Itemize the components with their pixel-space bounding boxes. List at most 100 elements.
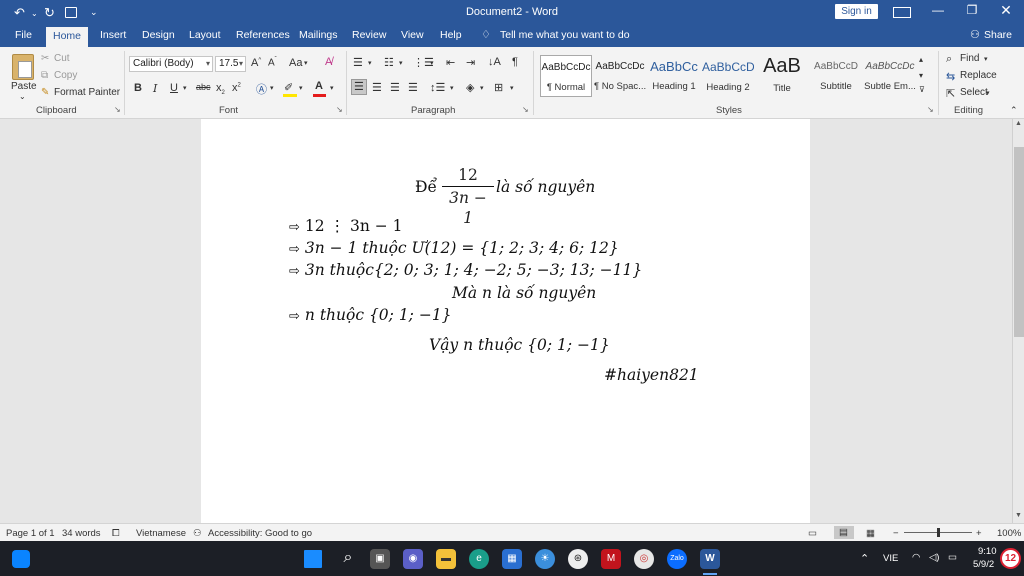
line-spacing-icon[interactable]: ↕☰ (430, 81, 445, 94)
text-effects-icon[interactable]: Ⓐ (256, 81, 267, 97)
chat-icon[interactable]: ◉ (403, 549, 423, 569)
copy-button[interactable]: Copy (54, 70, 77, 81)
sort-icon[interactable]: ↓A (488, 56, 501, 68)
font-name-combo[interactable]: Calibri (Body) ▾ (129, 56, 213, 72)
font-size-combo[interactable]: 17.5 ▾ (215, 56, 246, 72)
replace-icon[interactable]: ⇆ (946, 70, 955, 83)
vertical-scrollbar[interactable]: ▲ ▼ (1012, 119, 1024, 523)
word-count[interactable]: 34 words (62, 528, 101, 539)
justify-icon[interactable]: ☰ (408, 81, 418, 94)
find-icon[interactable]: ⌕ (946, 53, 952, 66)
web-layout-icon[interactable]: ▦ (866, 528, 875, 539)
tab-mailings[interactable]: Mailings (299, 29, 338, 41)
underline-icon[interactable]: U (170, 82, 178, 94)
align-left-button[interactable]: ☰ (351, 79, 367, 95)
tab-view[interactable]: View (401, 29, 424, 41)
style-subtitle[interactable]: AaBbCcD Subtitle (810, 55, 862, 97)
clock-time[interactable]: 9:10 (978, 546, 997, 557)
style-heading-2[interactable]: AaBbCcD Heading 2 (702, 55, 754, 97)
tab-help[interactable]: Help (440, 29, 462, 41)
ribbon-display-options-icon[interactable] (893, 7, 911, 18)
tab-home[interactable]: Home (46, 27, 88, 47)
clock-date[interactable]: 5/9/2 (973, 559, 994, 570)
italic-icon[interactable]: I (153, 82, 157, 95)
style-no-spacing[interactable]: AaBbCcDc ¶ No Spac... (594, 55, 646, 97)
select-icon[interactable]: ⇱ (946, 87, 955, 100)
subscript-icon[interactable]: x2 (216, 82, 225, 96)
tab-design[interactable]: Design (142, 29, 175, 41)
change-case-button[interactable]: Aa (289, 57, 302, 69)
bold-icon[interactable]: B (134, 82, 142, 94)
proofing-icon[interactable]: ⧠ (112, 528, 120, 539)
paragraph-launcher-icon[interactable]: ↘ (522, 105, 529, 114)
bullets-icon[interactable]: ☰ (353, 56, 363, 69)
decrease-indent-icon[interactable]: ⇤ (446, 56, 455, 69)
style-normal[interactable]: AaBbCcDc ¶ Normal (540, 55, 592, 97)
language-indicator[interactable]: Vietnamese (136, 528, 186, 539)
start-windows-icon[interactable] (304, 550, 322, 568)
align-center-icon[interactable]: ☰ (372, 81, 382, 94)
notification-badge[interactable]: 12 (1000, 548, 1021, 569)
highlight-icon[interactable]: ✐ (284, 81, 293, 94)
zoom-in-icon[interactable]: + (976, 528, 982, 539)
zoom-level[interactable]: 100% (997, 528, 1021, 539)
style-heading-1[interactable]: AaBbCc Heading 1 (648, 55, 700, 97)
grow-font-icon[interactable]: A^ (251, 57, 261, 69)
borders-icon[interactable]: ⊞ (494, 81, 503, 94)
edge-icon[interactable]: e (469, 549, 489, 569)
scroll-thumb[interactable] (1014, 147, 1024, 337)
search-icon[interactable]: ⌕ (338, 549, 358, 569)
minimize-icon[interactable]: — (928, 3, 948, 17)
print-layout-button[interactable]: ▤ (834, 526, 854, 539)
restore-icon[interactable]: ❐ (962, 3, 982, 17)
format-painter-icon[interactable]: ✎ (41, 87, 49, 98)
font-launcher-icon[interactable]: ↘ (336, 105, 343, 114)
share-button[interactable]: Share (984, 29, 1012, 41)
tab-references[interactable]: References (236, 29, 290, 41)
close-icon[interactable]: ✕ (996, 2, 1016, 19)
strikethrough-icon[interactable]: abc (196, 82, 211, 92)
app-icon[interactable]: ⊛ (568, 549, 588, 569)
wifi-icon[interactable]: ◠ (912, 552, 920, 563)
zoom-out-icon[interactable]: − (893, 528, 899, 539)
styles-launcher-icon[interactable]: ↘ (927, 105, 934, 114)
cut-icon[interactable]: ✂ (41, 53, 49, 64)
numbering-icon[interactable]: ☷ (384, 56, 394, 69)
file-explorer-icon[interactable]: ▬ (436, 549, 456, 569)
style-title[interactable]: AaB Title (756, 55, 808, 97)
task-view-icon[interactable]: ▣ (370, 549, 390, 569)
replace-button[interactable]: Replace (960, 70, 997, 81)
sign-in-button[interactable]: Sign in (835, 4, 878, 19)
shrink-font-icon[interactable]: Aˇ (268, 57, 277, 68)
document-page[interactable]: Để 12 3n − 1 là số nguyên ⇨ 12 ⋮ 3n − 1 ⇨… (201, 119, 810, 523)
accessibility-status[interactable]: Accessibility: Good to go (208, 528, 312, 539)
scroll-up-icon[interactable]: ▲ (1015, 120, 1022, 127)
collapse-ribbon-icon[interactable]: ⌃ (1010, 105, 1018, 116)
paste-button[interactable]: Paste (11, 81, 37, 92)
find-button[interactable]: Find (960, 53, 979, 64)
word-taskbar-icon[interactable]: W (700, 549, 720, 569)
volume-icon[interactable]: ◁) (929, 552, 939, 563)
tray-overflow-icon[interactable]: ⌃ (860, 552, 869, 565)
increase-indent-icon[interactable]: ⇥ (466, 56, 475, 69)
tab-layout[interactable]: Layout (189, 29, 221, 41)
style-subtle-emphasis[interactable]: AaBbCcDc Subtle Em... (864, 55, 916, 97)
cut-button[interactable]: Cut (54, 53, 70, 64)
input-language[interactable]: VIE (883, 553, 898, 564)
tab-review[interactable]: Review (352, 29, 386, 41)
clipboard-launcher-icon[interactable]: ↘ (114, 105, 121, 114)
tab-insert[interactable]: Insert (100, 29, 126, 41)
show-formatting-icon[interactable]: ¶ (512, 56, 518, 68)
chrome-icon[interactable]: ◎ (634, 549, 654, 569)
shading-icon[interactable]: ◈ (466, 81, 474, 94)
show-desktop-icon[interactable] (12, 550, 30, 568)
paste-dropdown-icon[interactable]: ⌄ (19, 92, 26, 101)
tab-file[interactable]: File (15, 29, 32, 41)
styles-more-icon[interactable]: ⊽ (919, 85, 925, 94)
styles-scroll-up-icon[interactable]: ▴ (919, 55, 923, 64)
tell-me-search[interactable]: Tell me what you want to do (500, 29, 630, 41)
format-painter-button[interactable]: Format Painter (54, 87, 120, 98)
battery-icon[interactable]: ▭ (948, 552, 957, 563)
clear-formatting-icon[interactable]: A̸ (325, 56, 332, 68)
paste-icon[interactable] (12, 54, 34, 80)
